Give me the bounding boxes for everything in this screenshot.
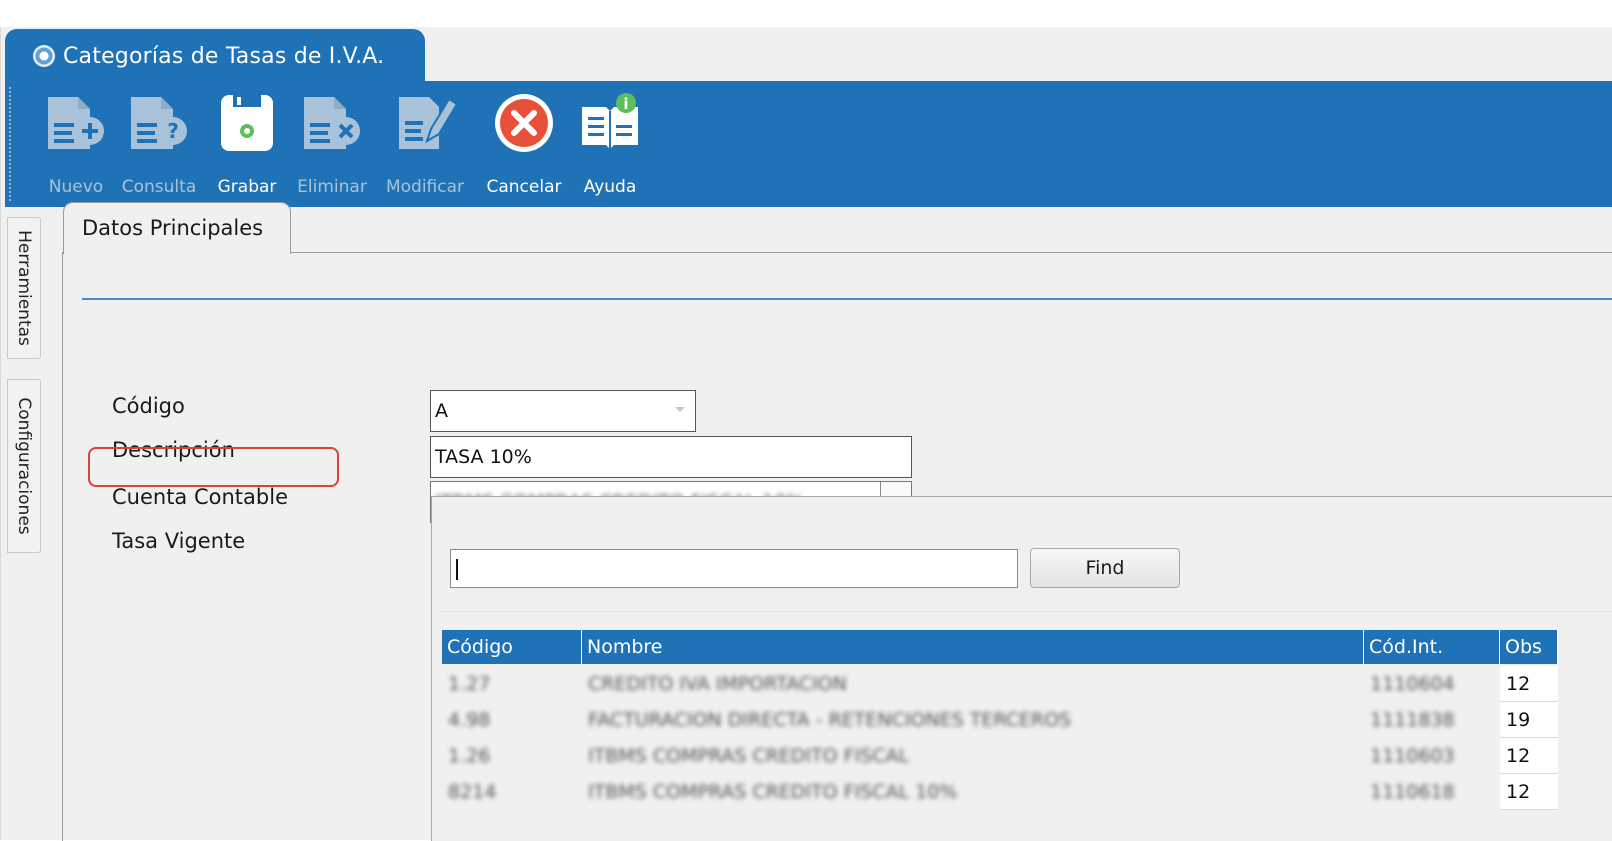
chevron-down-icon: [675, 407, 685, 412]
cancelar-button[interactable]: Cancelar: [481, 91, 567, 203]
cell-obs: 12: [1506, 672, 1531, 695]
svg-text:?: ?: [167, 119, 179, 143]
cell-codigo: 4.98: [448, 709, 491, 731]
eliminar-label: Eliminar: [297, 177, 367, 197]
ayuda-button[interactable]: i Ayuda: [577, 91, 643, 203]
cell-codigo: 1.27: [448, 673, 491, 695]
find-button[interactable]: Find: [1030, 548, 1180, 588]
tab-label: Datos Principales: [82, 216, 264, 240]
lookup-search-input[interactable]: [450, 549, 1018, 588]
doc-add-icon: [48, 97, 104, 149]
cell-obs: 19: [1506, 708, 1531, 731]
column-header-obs[interactable]: Obs: [1500, 630, 1558, 664]
toolbar: Nuevo ? Consulta Grabar Eliminar Modific…: [5, 81, 1612, 207]
grabar-label: Grabar: [217, 177, 277, 197]
cell-codigo: 1.26: [448, 745, 491, 767]
side-tab-herramientas[interactable]: Herramientas: [7, 217, 41, 359]
descripcion-value: TASA 10%: [435, 446, 532, 468]
descripcion-field[interactable]: TASA 10%: [430, 436, 912, 478]
doc-delete-icon: [304, 97, 360, 149]
cancel-icon: [495, 94, 553, 152]
help-book-icon: i: [582, 93, 638, 149]
tab-datos-principales[interactable]: Datos Principales: [63, 202, 291, 254]
cell-cod-int: 1110603: [1370, 745, 1455, 767]
codigo-label: Código: [112, 394, 185, 418]
svg-text:i: i: [623, 95, 628, 113]
side-tab-label: Configuraciones: [14, 397, 34, 535]
column-label: Código: [447, 636, 513, 658]
eliminar-button[interactable]: Eliminar: [293, 91, 371, 203]
nuevo-label: Nuevo: [48, 177, 104, 197]
doc-edit-icon: [399, 97, 457, 149]
column-header-cod-int[interactable]: Cód.Int.: [1364, 630, 1500, 664]
cell-nombre: ITBMS COMPRAS CREDITO FISCAL 10%: [588, 781, 958, 803]
column-label: Obs: [1505, 636, 1542, 658]
codigo-combo[interactable]: A: [430, 390, 696, 432]
toolbar-grip[interactable]: [9, 87, 11, 201]
column-label: Cód.Int.: [1369, 636, 1444, 658]
modificar-button[interactable]: Modificar: [379, 91, 471, 203]
text-cursor: [456, 559, 458, 580]
save-icon: [221, 95, 273, 151]
window-title: Categorías de Tasas de I.V.A.: [63, 43, 385, 69]
app-eye-icon: [33, 45, 55, 67]
column-header-nombre[interactable]: Nombre: [582, 630, 1364, 664]
cell-codigo: 8214: [448, 781, 497, 803]
highlight-box: [88, 447, 339, 487]
popup-separator: [441, 611, 1612, 612]
ayuda-label: Ayuda: [583, 177, 637, 197]
section-divider: [82, 298, 1612, 300]
cell-cod-int: 1110618: [1370, 781, 1455, 803]
doc-query-icon: ?: [131, 97, 187, 149]
cell-cod-int: 1110604: [1370, 673, 1455, 695]
cancelar-label: Cancelar: [486, 177, 562, 197]
cuenta-contable-label: Cuenta Contable: [112, 485, 288, 509]
codigo-value: A: [435, 400, 448, 422]
cell-nombre: ITBMS COMPRAS CREDITO FISCAL: [588, 745, 910, 767]
nuevo-button[interactable]: Nuevo: [43, 91, 109, 203]
consulta-button[interactable]: ? Consulta: [119, 91, 199, 203]
column-label: Nombre: [587, 636, 663, 658]
cell-nombre: CREDITO IVA IMPORTACION: [588, 673, 847, 695]
column-header-codigo[interactable]: Código: [442, 630, 582, 664]
cell-obs: 12: [1506, 744, 1531, 767]
grabar-button[interactable]: Grabar: [211, 91, 283, 203]
cell-cod-int: 1111838: [1370, 709, 1455, 731]
window-title-tab[interactable]: Categorías de Tasas de I.V.A.: [5, 29, 425, 83]
consulta-label: Consulta: [121, 177, 197, 197]
side-tab-configuraciones[interactable]: Configuraciones: [7, 379, 41, 553]
side-tab-label: Herramientas: [14, 230, 34, 346]
find-label: Find: [1085, 557, 1125, 579]
tasa-vigente-label: Tasa Vigente: [112, 529, 246, 553]
cell-nombre: FACTURACION DIRECTA - RETENCIONES TERCER…: [588, 709, 1072, 731]
cell-obs: 12: [1506, 780, 1531, 803]
modificar-label: Modificar: [385, 177, 465, 197]
